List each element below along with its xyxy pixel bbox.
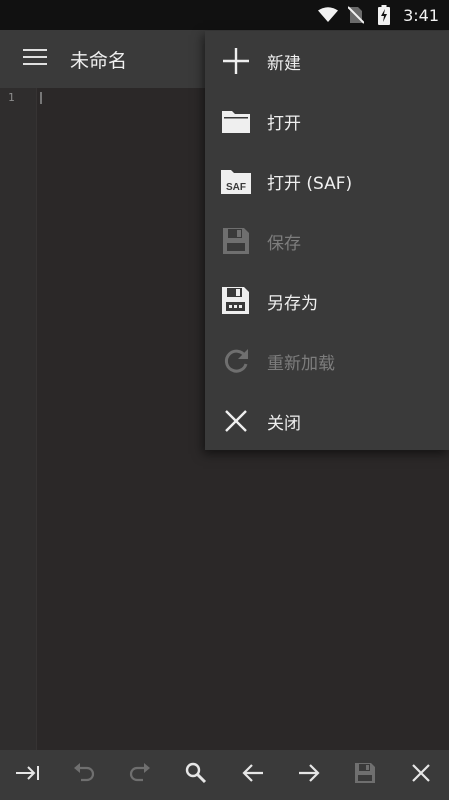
menu-item-open[interactable]: 打开 [205,91,449,151]
previous-button[interactable] [233,755,273,795]
close-icon [411,763,431,787]
status-time: 3:41 [403,5,439,25]
folder-icon [207,91,265,151]
status-bar: 3:41 [0,0,449,30]
save-icon [354,762,376,788]
save-as-icon [207,271,265,331]
tab-indent-button[interactable] [8,755,48,795]
arrow-left-icon [241,763,265,787]
svg-text:SAF: SAF [226,182,246,193]
plus-icon [207,31,265,91]
line-number: 1 [8,91,15,104]
search-button[interactable] [176,755,216,795]
search-icon [185,762,207,788]
next-button[interactable] [289,755,329,795]
hamburger-menu-icon [23,48,47,70]
menu-item-save[interactable]: 保存 [205,211,449,271]
battery-charging-icon [373,4,395,26]
arrow-right-icon [297,763,321,787]
wifi-icon [317,4,339,26]
menu-item-open-saf[interactable]: SAF 打开 (SAF) [205,151,449,211]
line-number-gutter: 1 [0,88,37,750]
menu-item-label: 重新加载 [267,353,335,374]
close-button[interactable] [401,755,441,795]
menu-item-label: 保存 [267,233,301,254]
save-icon [207,211,265,271]
redo-icon [128,763,152,787]
menu-item-label: 关闭 [267,413,301,434]
undo-button[interactable] [64,755,104,795]
folder-saf-icon: SAF [207,151,265,211]
menu-item-save-as[interactable]: 另存为 [205,271,449,331]
menu-item-new[interactable]: 新建 [205,31,449,91]
menu-item-reload[interactable]: 重新加载 [205,331,449,391]
menu-item-label: 另存为 [267,293,318,314]
close-icon [207,391,265,451]
text-cursor [40,92,42,104]
save-button[interactable] [345,755,385,795]
bottom-toolbar [0,750,449,800]
redo-button[interactable] [120,755,160,795]
menu-item-label: 新建 [267,53,301,74]
document-title: 未命名 [70,49,128,72]
menu-item-close[interactable]: 关闭 [205,391,449,451]
no-sim-icon [345,4,367,26]
menu-item-label: 打开 (SAF) [267,173,353,194]
tab-indent-icon [15,764,41,786]
menu-item-label: 打开 [267,113,301,134]
undo-icon [72,763,96,787]
hamburger-menu-button[interactable] [0,30,70,88]
overflow-menu: 新建 打开 SAF 打开 (SAF) 保存 另存为 重新加载 关闭 [205,31,449,450]
reload-icon [207,331,265,391]
